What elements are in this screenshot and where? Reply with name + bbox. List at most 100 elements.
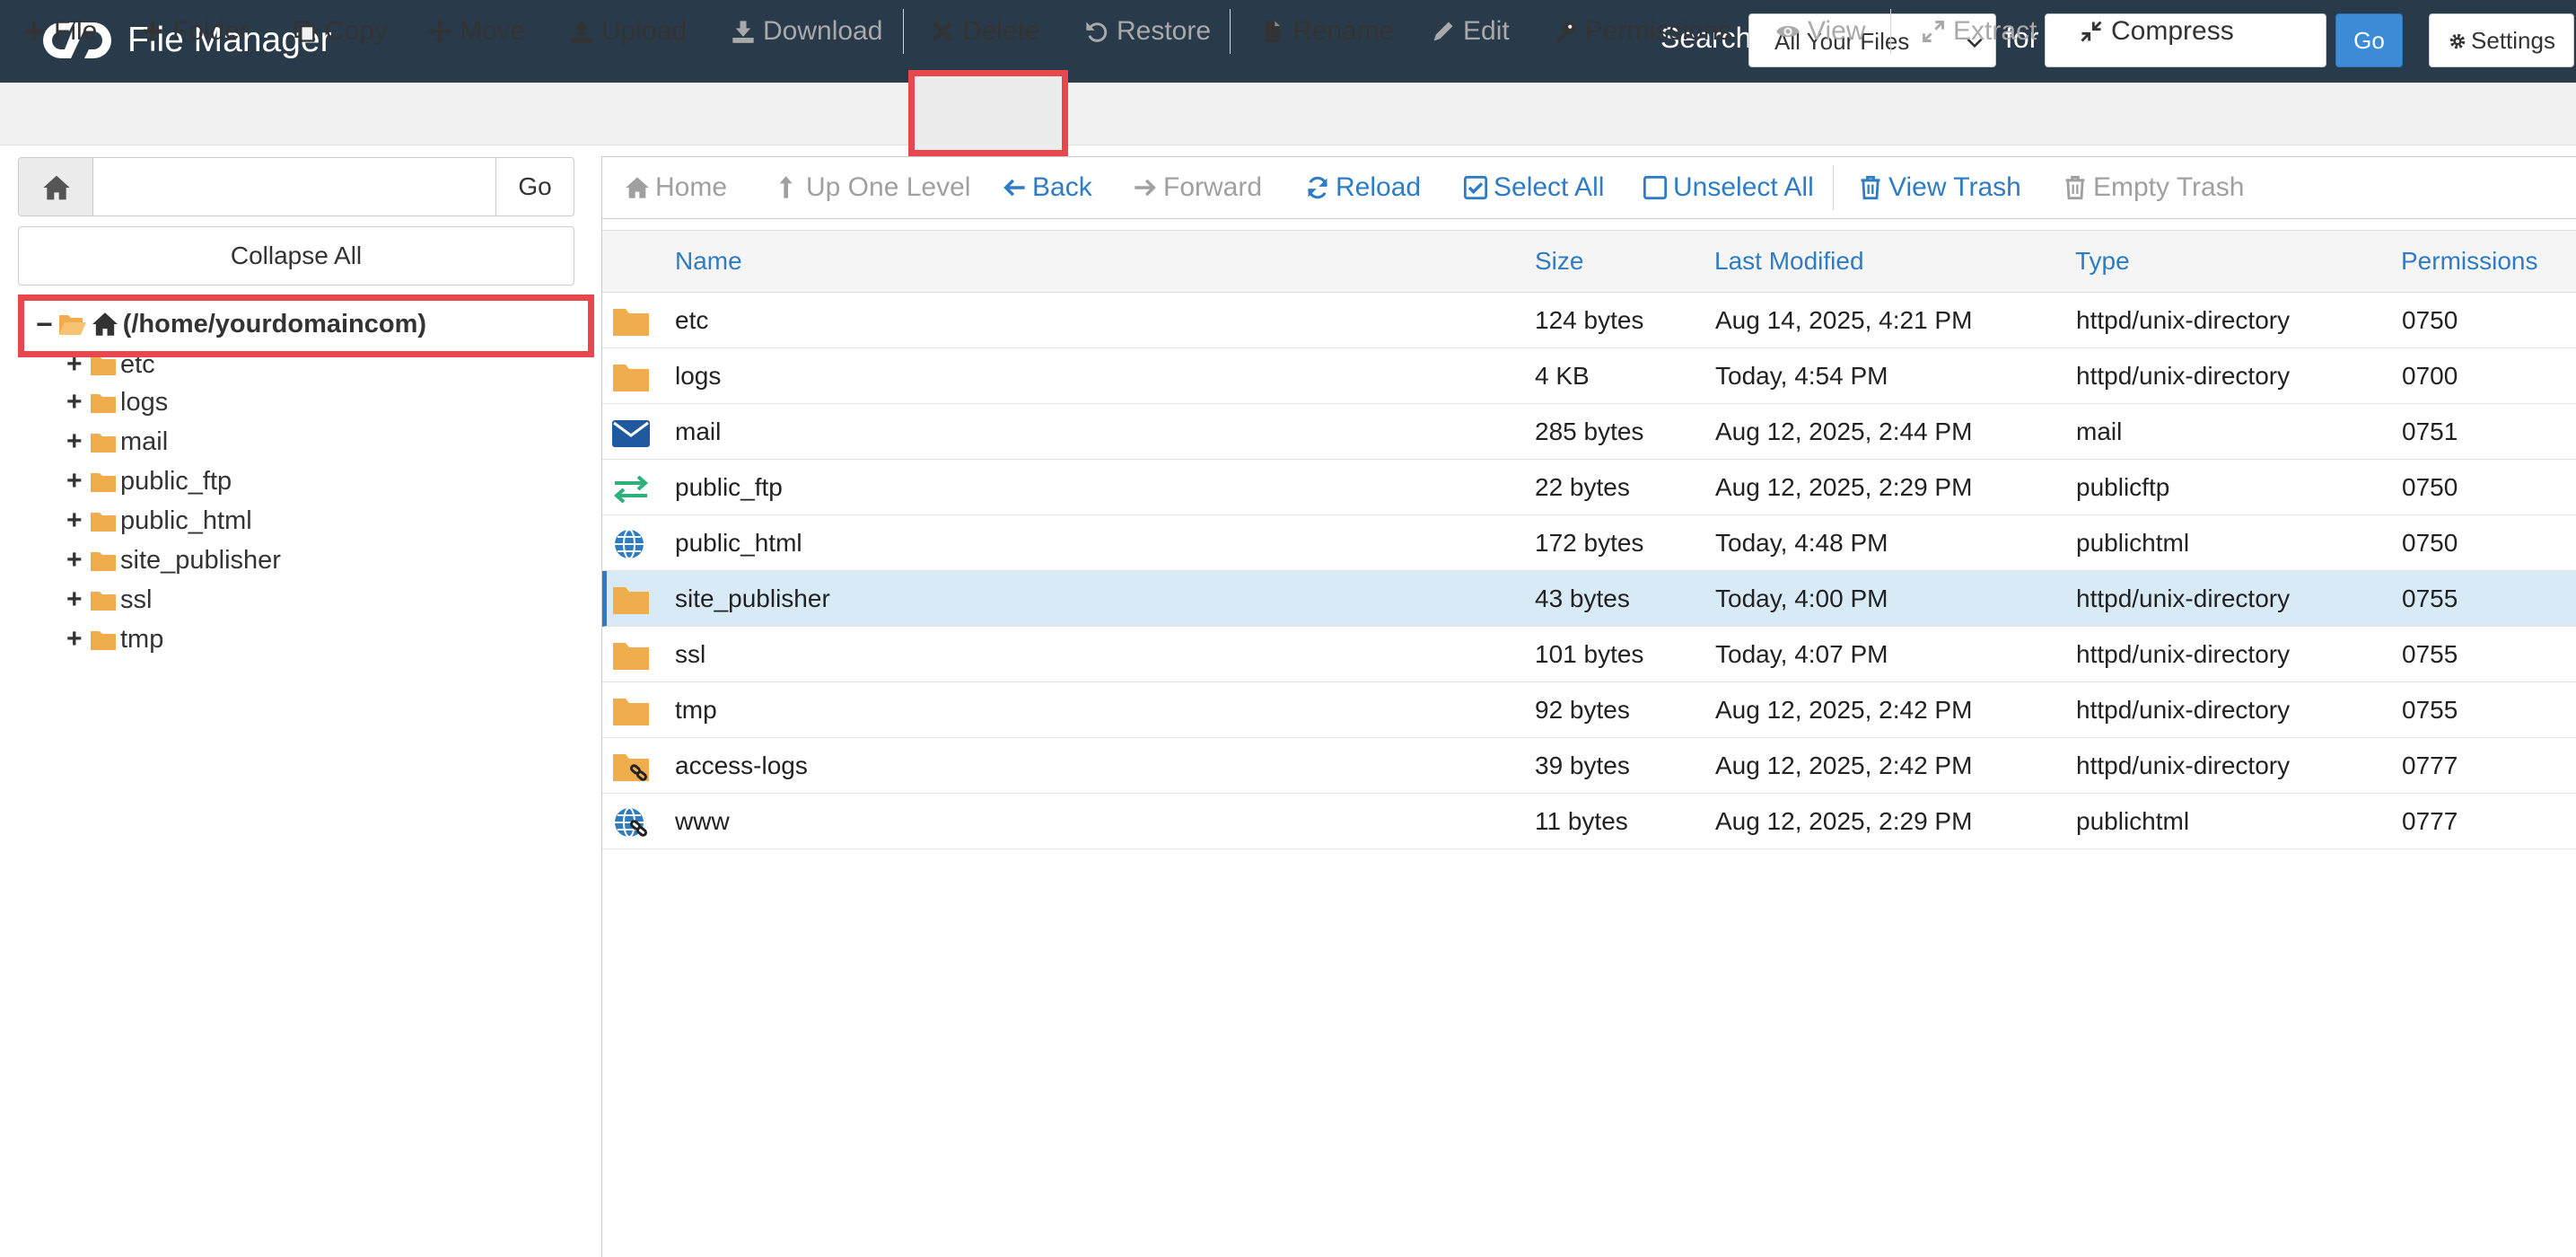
select-all-button[interactable]: Select All <box>1463 156 1604 219</box>
column-header-permissions[interactable]: Permissions <box>2401 230 2537 293</box>
table-row[interactable]: etc 124 bytes Aug 14, 2025, 4:21 PM http… <box>602 293 2576 348</box>
search-go-button[interactable]: Go <box>2335 13 2403 67</box>
empty-trash-button[interactable]: Empty Trash <box>2063 156 2244 219</box>
tree-path-input[interactable] <box>92 157 496 216</box>
folder-icon <box>91 473 116 492</box>
up-one-level-button[interactable]: Up One Level <box>775 156 970 219</box>
view-label: View <box>1808 16 1866 46</box>
expand-icon[interactable]: + <box>66 505 86 536</box>
view-trash-button[interactable]: View Trash <box>1858 156 2021 219</box>
table-row[interactable]: access-logs 39 bytes Aug 12, 2025, 2:42 … <box>602 738 2576 794</box>
file-modified: Today, 4:48 PM <box>1715 529 1888 557</box>
back-button[interactable]: Back <box>1002 156 1092 219</box>
delete-label: Delete <box>962 16 1040 46</box>
arrow-right-icon <box>1135 179 1156 197</box>
expand-icon[interactable]: + <box>66 545 86 576</box>
tree-item-logs[interactable]: + logs <box>66 384 168 420</box>
file-modified: Aug 12, 2025, 2:29 PM <box>1715 807 1973 835</box>
table-row[interactable]: logs 4 KB Today, 4:54 PM httpd/unix-dire… <box>602 348 2576 404</box>
table-row[interactable]: mail 285 bytes Aug 12, 2025, 2:44 PM mai… <box>602 404 2576 460</box>
rename-button[interactable]: Rename <box>1260 0 1394 63</box>
edit-button[interactable]: Edit <box>1431 0 1510 63</box>
expand-icon[interactable]: + <box>66 624 86 655</box>
column-header-size[interactable]: Size <box>1535 230 1583 293</box>
new-folder-button[interactable]: Folder <box>140 0 249 63</box>
file-modified: Aug 12, 2025, 2:42 PM <box>1715 696 1973 724</box>
tree-home-button[interactable] <box>18 157 93 216</box>
settings-label: Settings <box>2471 27 2555 54</box>
tree-item-public-ftp[interactable]: + public_ftp <box>66 463 232 499</box>
extract-button[interactable]: Extract <box>1921 0 2037 63</box>
file-name: logs <box>675 362 722 390</box>
column-header-last-modified[interactable]: Last Modified <box>1714 230 1864 293</box>
file-type: httpd/unix-directory <box>2076 640 2291 668</box>
expand-icon[interactable]: + <box>66 466 86 497</box>
new-folder-label: Folder <box>172 16 250 46</box>
column-header-name[interactable]: Name <box>675 230 742 293</box>
file-name: www <box>675 807 730 835</box>
table-row-selected[interactable]: site_publisher 43 bytes Today, 4:00 PM h… <box>602 571 2576 627</box>
unselect-all-button[interactable]: Unselect All <box>1643 156 1814 219</box>
table-row[interactable]: public_ftp 22 bytes Aug 12, 2025, 2:29 P… <box>602 460 2576 515</box>
download-button[interactable]: Download <box>731 0 882 63</box>
collapse-all-button[interactable]: Collapse All <box>18 226 574 286</box>
tree-item-label: ssl <box>120 585 153 614</box>
tree-item-ssl[interactable]: + ssl <box>66 582 152 618</box>
nav-home-button[interactable]: Home <box>625 156 727 219</box>
download-label: Download <box>763 16 883 46</box>
restore-button[interactable]: Restore <box>1084 0 1211 63</box>
upload-button[interactable]: Upload <box>569 0 687 63</box>
expand-icon[interactable]: + <box>66 387 86 418</box>
tree-root-item[interactable]: − (/home/yourdomaincom) <box>36 308 427 341</box>
file-name: mail <box>675 418 722 445</box>
move-button[interactable]: Move <box>427 0 525 63</box>
tree-item-tmp[interactable]: + tmp <box>66 621 163 657</box>
file-name: tmp <box>675 696 717 724</box>
ftp-transfer-icon <box>613 475 649 504</box>
collapse-icon[interactable]: − <box>36 308 53 341</box>
file-name: public_html <box>675 529 802 557</box>
tree-item-mail[interactable]: + mail <box>66 424 168 460</box>
file-modified: Today, 4:54 PM <box>1715 362 1888 390</box>
folder-link-icon <box>613 754 649 781</box>
tree-item-label: logs <box>120 387 169 417</box>
file-permissions: 0777 <box>2402 752 2458 779</box>
tree-item-site-publisher[interactable]: + site_publisher <box>66 542 281 578</box>
forward-button[interactable]: Forward <box>1133 156 1262 219</box>
edit-label: Edit <box>1463 16 1510 46</box>
tree-item-label: tmp <box>120 624 164 654</box>
expand-icon[interactable]: + <box>66 585 86 615</box>
toolbar-divider <box>1890 9 1891 54</box>
file-permissions: 0751 <box>2402 418 2458 445</box>
tree-root-label: (/home/yourdomaincom) <box>122 309 427 338</box>
file-name: access-logs <box>675 752 808 779</box>
tree-go-button[interactable]: Go <box>495 157 574 216</box>
copy-label: Copy <box>325 16 389 46</box>
copy-button[interactable]: Copy <box>293 0 388 63</box>
trash-icon <box>2065 175 2085 200</box>
column-header-type[interactable]: Type <box>2075 230 2130 293</box>
folder-open-icon <box>58 315 86 335</box>
reload-button[interactable]: Reload <box>1305 156 1421 219</box>
table-row[interactable]: tmp 92 bytes Aug 12, 2025, 2:42 PM httpd… <box>602 682 2576 738</box>
expand-icon[interactable]: + <box>66 426 86 457</box>
file-permissions: 0755 <box>2402 640 2458 668</box>
move-label: Move <box>460 16 526 46</box>
file-size: 11 bytes <box>1535 807 1628 835</box>
compress-button[interactable]: Compress <box>2079 0 2234 63</box>
file-permissions: 0750 <box>2402 473 2458 501</box>
table-row[interactable]: www 11 bytes Aug 12, 2025, 2:29 PM publi… <box>602 794 2576 849</box>
delete-button[interactable]: Delete <box>930 0 1040 63</box>
file-type: mail <box>2076 418 2123 445</box>
tree-item-label: public_ftp <box>120 466 232 496</box>
tree-item-public-html[interactable]: + public_html <box>66 503 252 539</box>
table-row[interactable]: public_html 172 bytes Today, 4:48 PM pub… <box>602 515 2576 571</box>
table-row[interactable]: ssl 101 bytes Today, 4:07 PM httpd/unix-… <box>602 627 2576 682</box>
extract-label: Extract <box>1953 16 2037 46</box>
settings-button[interactable]: Settings <box>2429 13 2574 67</box>
view-button[interactable]: View <box>1775 0 1865 63</box>
permissions-button[interactable]: Permissions <box>1553 0 1731 63</box>
file-name: ssl <box>675 640 706 668</box>
new-file-button[interactable]: File <box>22 0 97 63</box>
download-icon <box>732 21 754 43</box>
